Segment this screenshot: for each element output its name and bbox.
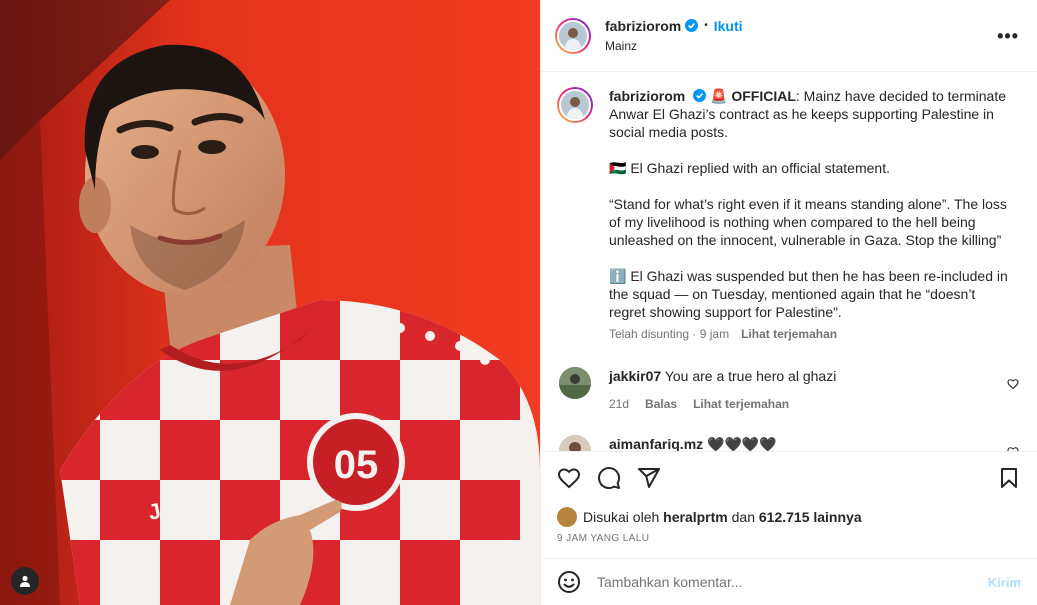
avatar-image bbox=[559, 435, 591, 451]
follow-button[interactable]: Ikuti bbox=[714, 17, 743, 35]
caption-line-3: “Stand for what’s right even if it means… bbox=[609, 196, 1007, 248]
caption-edited-time: Telah disunting · 9 jam bbox=[609, 327, 730, 341]
caption-username[interactable]: fabriziorom bbox=[609, 88, 685, 104]
caption-headline: OFFICIAL bbox=[731, 88, 796, 104]
comment-username[interactable]: jakkir07 bbox=[609, 368, 661, 384]
verified-icon bbox=[693, 89, 707, 102]
comment-text: You are a true hero al ghazi bbox=[664, 368, 837, 384]
post-photo: 05 JAKO bbox=[0, 0, 540, 605]
likes-middle: dan bbox=[731, 509, 755, 525]
caption-line-4: ℹ️ El Ghazi was suspended but then he ha… bbox=[609, 268, 1008, 320]
avatar-image bbox=[559, 21, 587, 50]
svg-text:05: 05 bbox=[334, 443, 379, 487]
comment-body: jakkir07 You are a true hero al ghazi 21… bbox=[609, 367, 836, 413]
caption-body: fabriziorom 🚨 OFFICIAL: Mainz have decid… bbox=[609, 87, 1013, 343]
share-icon[interactable] bbox=[637, 466, 661, 490]
comment-username[interactable]: aimanfariq.mz bbox=[609, 436, 703, 451]
heart-icon[interactable] bbox=[557, 466, 581, 490]
comment-text: 🖤🖤🖤🖤 bbox=[707, 436, 777, 451]
user-tag-icon bbox=[20, 575, 30, 587]
header-text: fabriziorom • Ikuti Mainz bbox=[605, 17, 743, 55]
bookmark-icon[interactable] bbox=[997, 466, 1021, 490]
action-bar bbox=[541, 451, 1037, 503]
liker-avatar[interactable] bbox=[557, 507, 577, 527]
author-username[interactable]: fabriziorom bbox=[605, 17, 681, 35]
emoji-icon[interactable] bbox=[557, 570, 581, 594]
avatar-image bbox=[559, 367, 591, 399]
avatar-image bbox=[561, 91, 589, 119]
author-avatar[interactable] bbox=[555, 17, 591, 54]
instagram-post-modal: 05 JAKO fabriziorom • Ikuti Mainz ••• fa… bbox=[0, 0, 1037, 605]
likes-count[interactable]: 612.715 lainnya bbox=[759, 509, 862, 525]
liker-username[interactable]: heralprtm bbox=[663, 509, 728, 525]
post-location[interactable]: Mainz bbox=[605, 37, 743, 55]
post-side-panel: fabriziorom • Ikuti Mainz ••• fabrizioro… bbox=[540, 0, 1037, 605]
comment-composer: Kirim bbox=[541, 558, 1037, 605]
post-timestamp[interactable]: 9 JAM YANG LALU bbox=[557, 533, 649, 544]
comments-scroll-area[interactable]: fabriziorom 🚨 OFFICIAL: Mainz have decid… bbox=[541, 73, 1037, 451]
comment-body: aimanfariq.mz 🖤🖤🖤🖤 bbox=[609, 435, 777, 451]
comment-item: jakkir07 You are a true hero al ghazi 21… bbox=[557, 367, 1021, 413]
photo-illustration: 05 JAKO bbox=[0, 0, 540, 605]
more-icon[interactable]: ••• bbox=[997, 26, 1019, 47]
likes-summary: Disukai oleh heralprtm dan 612.715 lainn… bbox=[557, 507, 862, 527]
comment-age[interactable]: 21d bbox=[609, 395, 629, 413]
post-comment-button[interactable]: Kirim bbox=[988, 575, 1021, 590]
post-header: fabriziorom • Ikuti Mainz ••• bbox=[541, 0, 1037, 72]
comment-translate-link[interactable]: Lihat terjemahan bbox=[693, 395, 789, 413]
comment-meta: 21d Balas Lihat terjemahan bbox=[609, 395, 836, 413]
comment-item: aimanfariq.mz 🖤🖤🖤🖤 bbox=[557, 435, 1021, 451]
siren-emoji: 🚨 bbox=[710, 88, 728, 104]
separator-dot: • bbox=[704, 19, 708, 31]
caption-meta: Telah disunting · 9 jam Lihat terjemahan bbox=[609, 325, 1013, 343]
comment-icon[interactable] bbox=[597, 466, 621, 490]
commenter-avatar[interactable] bbox=[559, 435, 591, 451]
comment-like-heart-icon[interactable] bbox=[1007, 377, 1019, 393]
caption-translate-link[interactable]: Lihat terjemahan bbox=[741, 325, 837, 343]
commenter-avatar[interactable] bbox=[559, 367, 591, 399]
caption-author-avatar[interactable] bbox=[557, 87, 593, 123]
comment-input[interactable] bbox=[597, 574, 977, 590]
verified-icon bbox=[685, 19, 699, 32]
user-tag-button[interactable] bbox=[11, 567, 39, 595]
comment-reply-link[interactable]: Balas bbox=[645, 395, 677, 413]
likes-prefix: Disukai oleh bbox=[583, 509, 660, 525]
caption: fabriziorom 🚨 OFFICIAL: Mainz have decid… bbox=[557, 87, 1021, 343]
caption-line-2: 🇵🇸 El Ghazi replied with an official sta… bbox=[609, 160, 890, 176]
